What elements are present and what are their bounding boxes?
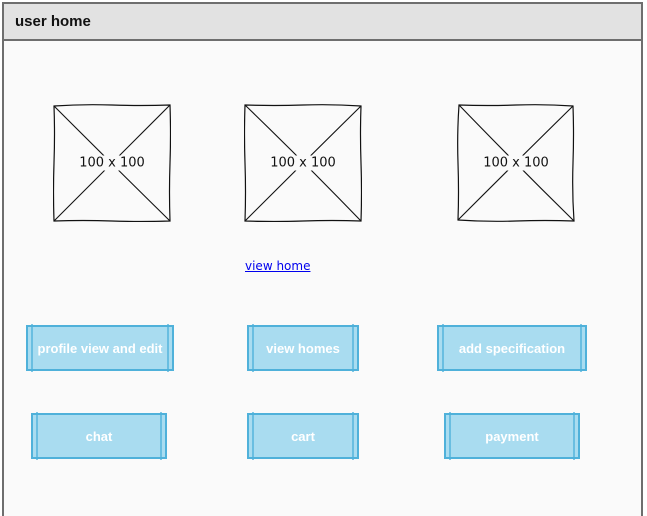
payment-button[interactable]: payment (444, 412, 580, 460)
cart-button[interactable]: cart (247, 412, 359, 460)
image-placeholder-2: 100 x 100 (244, 104, 362, 222)
app-window: user home 100 x 100 100 x 100 100 x 100 … (2, 2, 643, 516)
view-homes-button[interactable]: view homes (247, 324, 359, 372)
chat-button[interactable]: chat (31, 412, 167, 460)
image-placeholder-1: 100 x 100 (53, 104, 171, 222)
image-placeholder-label: 100 x 100 (77, 155, 147, 171)
title-bar: user home (4, 4, 641, 41)
add-specification-button[interactable]: add specification (437, 324, 587, 372)
view-home-link[interactable]: view home (245, 259, 310, 273)
image-placeholder-3: 100 x 100 (457, 104, 575, 222)
image-placeholder-label: 100 x 100 (268, 155, 338, 171)
image-placeholder-label: 100 x 100 (481, 155, 551, 171)
window-title: user home (15, 13, 91, 30)
profile-view-edit-button[interactable]: profile view and edit (26, 324, 174, 372)
